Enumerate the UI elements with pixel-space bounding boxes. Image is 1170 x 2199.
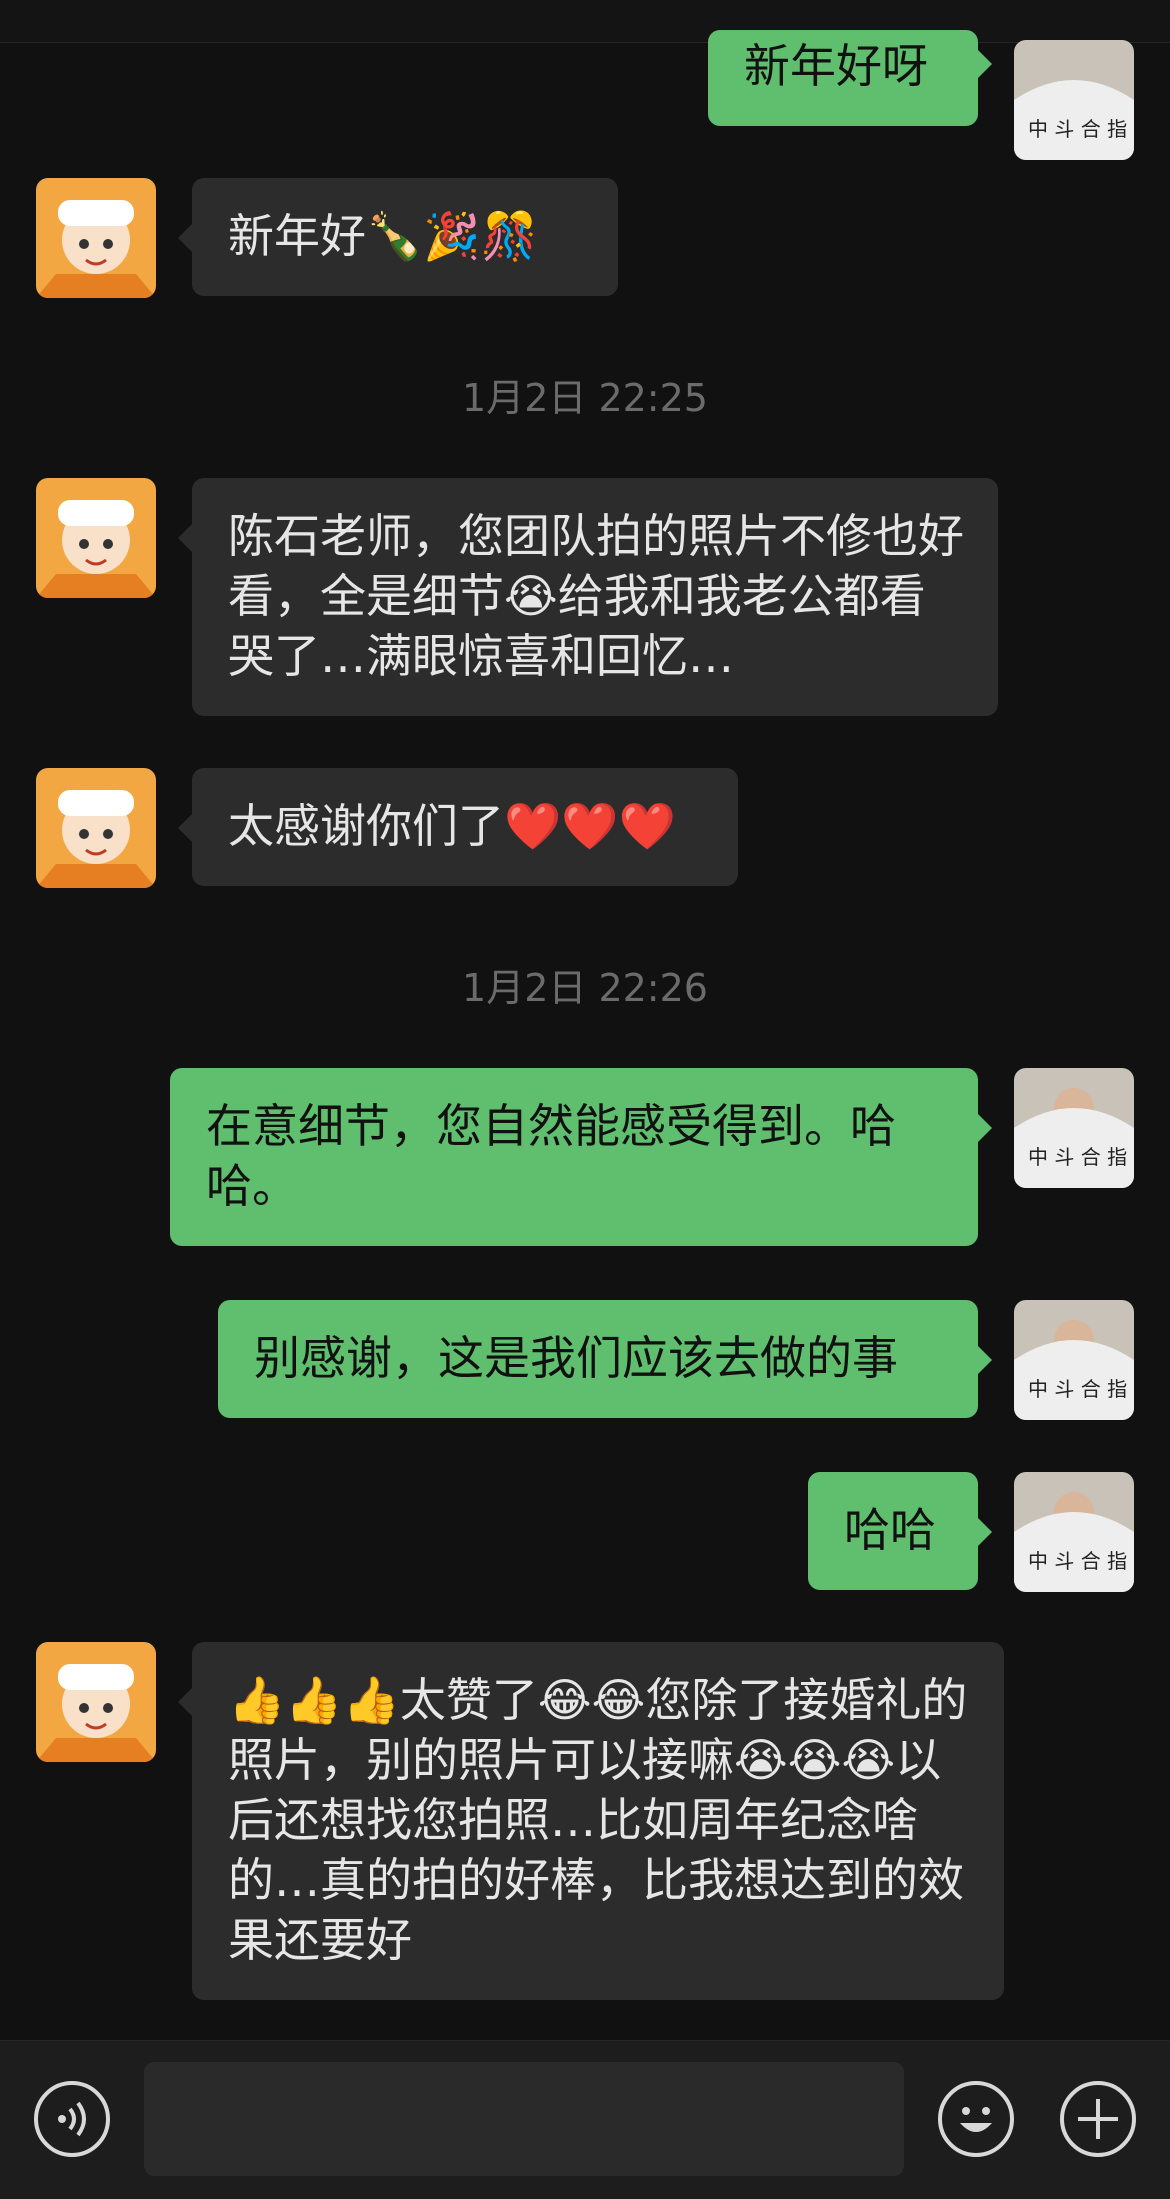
message-text: 👍👍👍太赞了😂😂您除了接婚礼的照片，别的照片可以接嘛😭😭😭以后还想找您拍照…比如… xyxy=(228,1673,968,1967)
bubble-tail xyxy=(978,1114,992,1142)
message-bubble-incoming[interactable]: 陈石老师，您团队拍的照片不修也好看，全是细节😭给我和我老公都看哭了…满眼惊喜和回… xyxy=(192,478,998,716)
message-bubble-outgoing[interactable]: 在意细节，您自然能感受得到。哈哈。 xyxy=(170,1068,978,1246)
avatar-contact[interactable] xyxy=(36,478,156,598)
avatar-self[interactable]: 中 斗 合 指 xyxy=(1014,1472,1134,1592)
avatar-contact[interactable] xyxy=(36,1642,156,1762)
bubble-tail xyxy=(978,50,992,78)
message-bubble-incoming[interactable]: 太感谢你们了❤️❤️❤️ xyxy=(192,768,738,886)
message-text: 在意细节，您自然能感受得到。哈哈。 xyxy=(206,1099,896,1213)
avatar-self[interactable]: 中 斗 合 指 xyxy=(1014,40,1134,160)
plus-icon[interactable] xyxy=(1060,2081,1136,2157)
message-bubble-outgoing[interactable]: 哈哈 xyxy=(808,1472,978,1590)
avatar-self[interactable]: 中 斗 合 指 xyxy=(1014,1068,1134,1188)
svg-text:中 斗 合 指: 中 斗 合 指 xyxy=(1028,1145,1127,1169)
svg-text:中 斗 合 指: 中 斗 合 指 xyxy=(1028,1377,1127,1401)
emoji-icon[interactable] xyxy=(938,2081,1014,2157)
message-bubble-outgoing[interactable]: 新年好呀 xyxy=(708,30,978,126)
bubble-tail xyxy=(178,224,192,252)
svg-text:中 斗 合 指: 中 斗 合 指 xyxy=(1028,117,1127,141)
avatar-contact[interactable] xyxy=(36,178,156,298)
message-text: 陈石老师，您团队拍的照片不修也好看，全是细节😭给我和我老公都看哭了…满眼惊喜和回… xyxy=(228,509,964,683)
title-bar-edge xyxy=(0,0,1170,43)
bubble-tail xyxy=(178,524,192,552)
avatar-self[interactable]: 中 斗 合 指 xyxy=(1014,1300,1134,1420)
message-bubble-incoming[interactable]: 新年好🍾🎉🎊 xyxy=(192,178,618,296)
message-text: 哈哈 xyxy=(844,1503,936,1557)
message-bubble-incoming[interactable]: 👍👍👍太赞了😂😂您除了接婚礼的照片，别的照片可以接嘛😭😭😭以后还想找您拍照…比如… xyxy=(192,1642,1004,2000)
chat-screen: 新年好呀 中 斗 合 指 新年好🍾🎉🎊 1月2日 22:25 陈石老师，您团队拍… xyxy=(0,0,1170,2199)
bubble-tail xyxy=(978,1518,992,1546)
message-text: 别感谢，这是我们应该去做的事 xyxy=(254,1331,898,1385)
bubble-tail xyxy=(178,814,192,842)
bubble-tail xyxy=(178,1688,192,1716)
message-text: 太感谢你们了❤️❤️❤️ xyxy=(228,799,676,853)
message-text: 新年好🍾🎉🎊 xyxy=(228,209,538,263)
message-bubble-outgoing[interactable]: 别感谢，这是我们应该去做的事 xyxy=(218,1300,978,1418)
timestamp: 1月2日 22:25 xyxy=(462,376,708,420)
svg-text:中 斗 合 指: 中 斗 合 指 xyxy=(1028,1549,1127,1573)
avatar-contact[interactable] xyxy=(36,768,156,888)
bubble-tail xyxy=(978,1346,992,1374)
message-input[interactable] xyxy=(144,2062,904,2176)
timestamp: 1月2日 22:26 xyxy=(462,966,708,1010)
voice-icon[interactable] xyxy=(34,2081,110,2157)
message-text: 新年好呀 xyxy=(744,39,928,93)
